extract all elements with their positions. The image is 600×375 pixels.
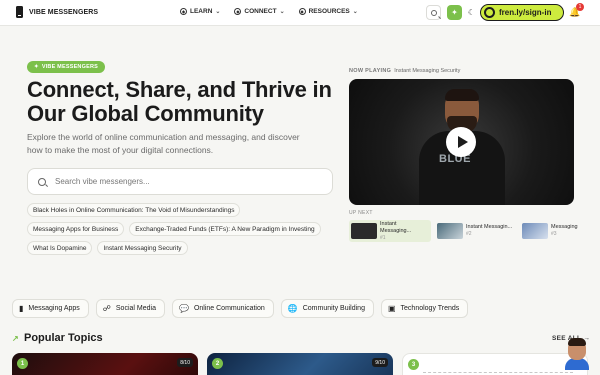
chevron-down-icon: ⌄ [215, 9, 221, 15]
queue-item-number: #3 [551, 231, 557, 237]
category-technology-trends[interactable]: ▣ Technology Trends [380, 299, 469, 318]
queue-thumbnail [437, 223, 463, 239]
nav-resources[interactable]: ◆ RESOURCES ⌄ [298, 8, 358, 15]
top-header: VIBE MESSENGERS ◆ LEARN ⌄ ◆ CONNECT ⌄ ◆ … [0, 0, 600, 26]
category-chips: ▮ Messaging Apps ☍ Social Media 💬 Online… [12, 299, 469, 318]
now-playing-title: Instant Messaging Security [394, 68, 461, 74]
category-social-media[interactable]: ☍ Social Media [95, 299, 165, 318]
category-label: Social Media [115, 305, 156, 312]
queue-item[interactable]: Instant Messaging... #1 [349, 220, 431, 242]
tag-chip[interactable]: Black Holes in Online Communication: The… [27, 203, 241, 217]
search-button[interactable] [426, 5, 441, 20]
hero-subtitle: Explore the world of online communicatio… [27, 132, 300, 155]
compass-icon: ◆ [234, 8, 242, 15]
compass-icon: ◆ [298, 8, 306, 15]
topic-card[interactable]: 2 9/10 [207, 353, 393, 375]
globe-icon: 🌐 [287, 304, 298, 313]
category-online-communication[interactable]: 💬 Online Communication [171, 299, 274, 318]
nav-learn-label: LEARN [190, 8, 213, 15]
hero-pill: ✦ VIBE MESSENGERS [27, 61, 105, 73]
phone-icon: ▮ [19, 304, 24, 313]
hero-pill-label: VIBE MESSENGERS [41, 64, 98, 70]
sign-in-button[interactable]: fren.ly/sign-in [480, 4, 564, 21]
social-icon: ☍ [102, 304, 111, 313]
category-messaging-apps[interactable]: ▮ Messaging Apps [12, 299, 89, 318]
search-input[interactable] [55, 177, 315, 186]
queue-thumbnail [522, 223, 548, 239]
nav-learn[interactable]: ◆ LEARN ⌄ [180, 8, 220, 15]
tag-chip[interactable]: Exchange-Traded Funds (ETFs): A New Para… [129, 222, 321, 236]
chat-bubble-icon: 💬 [178, 304, 189, 313]
queue-item-number: #2 [466, 231, 472, 237]
score-badge: 8/10 [177, 358, 193, 367]
search-icon [430, 9, 437, 16]
avatar[interactable] [565, 338, 589, 370]
brand-logo[interactable]: VIBE MESSENGERS [16, 6, 98, 18]
phone-icon [16, 6, 23, 18]
nav-connect-label: CONNECT [244, 8, 277, 15]
nav-resources-label: RESOURCES [308, 8, 350, 15]
category-community-building[interactable]: 🌐 Community Building [280, 299, 374, 318]
queue-item[interactable]: Instant Messagin... #2 [435, 220, 517, 242]
queue-item-title: Instant Messagin... [466, 224, 513, 230]
trending-icon: ↗ [12, 334, 19, 343]
play-icon[interactable] [446, 127, 476, 157]
category-label: Messaging Apps [28, 305, 80, 312]
queue-item-title: Messaging [551, 224, 578, 230]
chevron-down-icon: ⌄ [352, 9, 358, 15]
now-playing-caption: NOW PLAYING [349, 68, 392, 74]
compass-icon: ◆ [180, 8, 187, 15]
notification-badge: 1 [576, 3, 584, 11]
rank-badge: 2 [212, 358, 223, 369]
trending-tags: Black Holes in Online Communication: The… [27, 203, 337, 255]
computer-icon: ▣ [387, 304, 396, 313]
category-label: Technology Trends [400, 305, 460, 312]
queue-thumbnail [351, 223, 377, 239]
sparkle-button[interactable]: ✦ [447, 5, 462, 20]
sparkle-icon: ✦ [34, 64, 39, 70]
hero-search-box[interactable] [27, 168, 333, 195]
up-next-label: UP NEXT [349, 210, 373, 216]
tag-chip[interactable]: Instant Messaging Security [97, 241, 188, 255]
main-nav: ◆ LEARN ⌄ ◆ CONNECT ⌄ ◆ RESOURCES ⌄ [180, 8, 358, 15]
queue-item-number: #1 [380, 234, 386, 241]
tag-chip[interactable]: What Is Dopamine [27, 241, 93, 255]
chevron-down-icon: ⌄ [279, 9, 285, 15]
sparkle-icon: ✦ [451, 8, 458, 17]
rank-badge: 1 [17, 358, 28, 369]
brand-name: VIBE MESSENGERS [29, 8, 99, 16]
category-label: Online Communication [193, 305, 265, 312]
category-label: Community Building [302, 305, 365, 312]
theme-toggle-button[interactable]: ☾ [464, 5, 479, 20]
video-queue: Instant Messaging... #1 Instant Messagin.… [349, 220, 600, 242]
smiley-icon [484, 7, 495, 18]
topic-card[interactable]: 3 [402, 353, 588, 375]
score-badge: 9/10 [372, 358, 388, 367]
search-icon [38, 177, 46, 186]
queue-item[interactable]: Messaging #3 [520, 220, 600, 242]
video-player[interactable]: BLUE [349, 79, 574, 205]
hero-title: Connect, Share, and Thrive in Our Global… [27, 77, 332, 126]
card-illustration [423, 372, 573, 373]
topic-card[interactable]: 1 8/10 [12, 353, 198, 375]
rank-badge: 3 [408, 359, 419, 370]
tag-chip[interactable]: Messaging Apps for Business [27, 222, 125, 236]
queue-item-title: Instant Messaging... [380, 220, 412, 234]
sign-in-label: fren.ly/sign-in [499, 8, 552, 17]
nav-connect[interactable]: ◆ CONNECT ⌄ [234, 8, 285, 15]
section-title: Popular Topics [24, 332, 103, 344]
moon-icon: ☾ [467, 8, 476, 17]
now-playing-label: NOW PLAYING Instant Messaging Security [349, 68, 460, 74]
